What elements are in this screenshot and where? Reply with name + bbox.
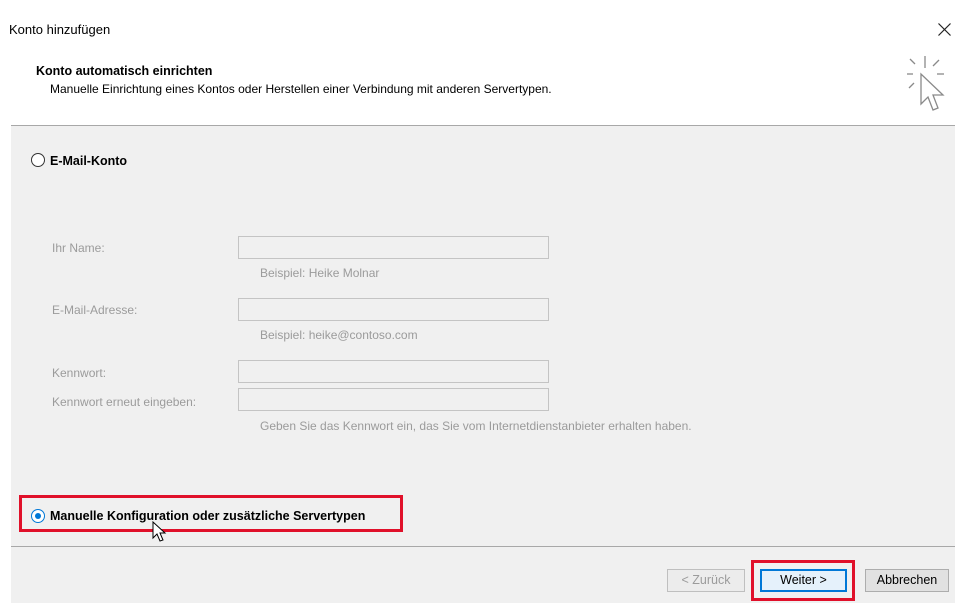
email-hint: Beispiel: heike@contoso.com bbox=[260, 328, 418, 342]
name-input[interactable] bbox=[238, 236, 549, 259]
password-repeat-input[interactable] bbox=[238, 388, 549, 411]
dialog-header: Konto automatisch einrichten Manuelle Ei… bbox=[0, 42, 955, 125]
password-input[interactable] bbox=[238, 360, 549, 383]
options-panel bbox=[11, 126, 955, 546]
password-repeat-label: Kennwort erneut eingeben: bbox=[52, 395, 197, 409]
window-title: Konto hinzufügen bbox=[9, 22, 111, 37]
close-icon bbox=[938, 23, 951, 36]
back-button[interactable]: < Zurück bbox=[667, 569, 745, 592]
manual-config-radio[interactable] bbox=[31, 509, 45, 523]
title-bar: Konto hinzufügen bbox=[0, 0, 955, 42]
email-account-label[interactable]: E-Mail-Konto bbox=[50, 154, 127, 168]
manual-config-label[interactable]: Manuelle Konfiguration oder zusätzliche … bbox=[50, 509, 365, 523]
email-label: E-Mail-Adresse: bbox=[52, 303, 138, 317]
email-input[interactable] bbox=[238, 298, 549, 321]
sparkle-cursor-icon bbox=[907, 56, 945, 111]
name-hint: Beispiel: Heike Molnar bbox=[260, 266, 380, 280]
header-title: Konto automatisch einrichten bbox=[36, 64, 213, 78]
password-hint: Geben Sie das Kennwort ein, das Sie vom … bbox=[260, 419, 692, 433]
name-label: Ihr Name: bbox=[52, 241, 105, 255]
mouse-cursor-icon bbox=[152, 521, 167, 542]
cancel-button[interactable]: Abbrechen bbox=[865, 569, 949, 592]
password-label: Kennwort: bbox=[52, 366, 107, 380]
next-button[interactable]: Weiter > bbox=[760, 569, 847, 592]
header-subtitle: Manuelle Einrichtung eines Kontos oder H… bbox=[50, 82, 552, 96]
email-account-radio[interactable] bbox=[31, 153, 45, 167]
close-button[interactable] bbox=[935, 16, 955, 42]
